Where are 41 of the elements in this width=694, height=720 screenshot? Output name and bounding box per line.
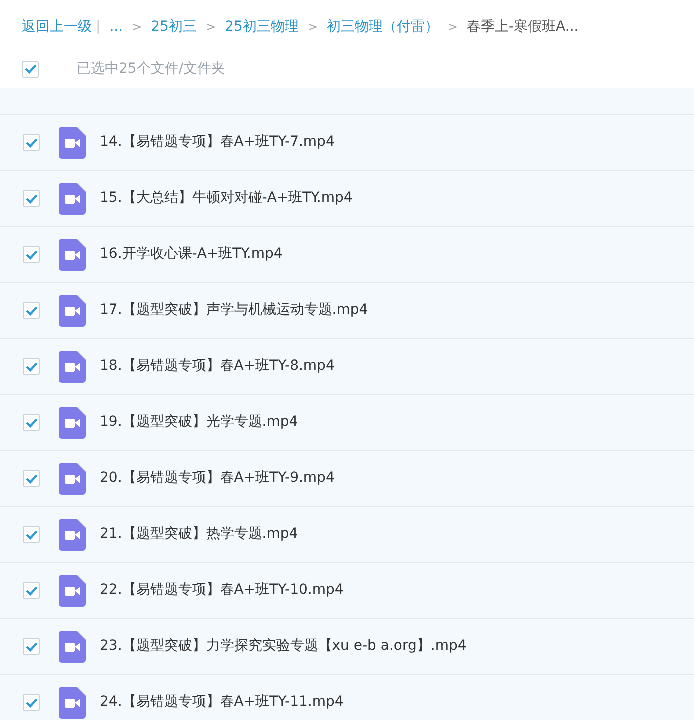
separator-text: > xyxy=(206,19,216,36)
checkbox[interactable] xyxy=(23,414,40,431)
video-file-icon xyxy=(59,182,86,214)
video-file-icon xyxy=(59,126,86,158)
video-file-icon xyxy=(59,238,86,270)
video-file-icon xyxy=(59,574,86,606)
checkbox[interactable] xyxy=(23,694,40,711)
checkbox[interactable] xyxy=(22,60,39,78)
separator-text: > xyxy=(448,19,458,36)
checkbox[interactable] xyxy=(23,638,40,655)
separator-text: > xyxy=(308,19,318,36)
file-name[interactable]: 24.【易错题专项】春A+班TY-11.mp4 xyxy=(100,692,344,713)
checkbox[interactable] xyxy=(23,358,40,375)
file-name[interactable]: 18.【易错题专项】春A+班TY-8.mp4 xyxy=(100,356,335,377)
file-name[interactable]: 19.【题型突破】光学专题.mp4 xyxy=(100,412,298,433)
video-file-icon xyxy=(59,294,86,326)
selection-count: 已选中25个文件/文件夹 xyxy=(77,60,226,78)
video-file-icon xyxy=(59,350,86,382)
file-name[interactable]: 14.【易错题专项】春A+班TY-7.mp4 xyxy=(100,132,335,153)
breadcrumb-current: 春季上-寒假班A... xyxy=(466,18,579,36)
checkbox[interactable] xyxy=(23,190,40,207)
file-name[interactable]: 23.【题型突破】力学探究实验专题【xu e-b a.org】.mp4 xyxy=(100,636,467,657)
file-name[interactable]: 22.【易错题专项】春A+班TY-10.mp4 xyxy=(100,580,344,601)
file-name[interactable]: 20.【易错题专项】春A+班TY-9.mp4 xyxy=(100,468,335,489)
file-name[interactable]: 15.【大总结】牛顿对对碰-A+班TY.mp4 xyxy=(100,188,353,209)
separator-text: > xyxy=(132,19,142,36)
checkbox[interactable] xyxy=(23,302,40,319)
checkbox[interactable] xyxy=(23,134,40,151)
file-name[interactable]: 17.【题型突破】声学与机械运动专题.mp4 xyxy=(100,300,368,321)
video-file-icon xyxy=(59,518,86,550)
video-file-icon xyxy=(59,406,86,438)
video-file-icon xyxy=(59,630,86,662)
video-file-icon xyxy=(59,686,86,718)
checkbox[interactable] xyxy=(23,470,40,487)
file-name[interactable]: 21.【题型突破】热学专题.mp4 xyxy=(100,524,298,545)
file-name[interactable]: 16.开学收心课-A+班TY.mp4 xyxy=(100,244,283,265)
checkbox[interactable] xyxy=(23,582,40,599)
divider-text: | xyxy=(96,18,101,36)
checkbox[interactable] xyxy=(23,526,40,543)
video-file-icon xyxy=(59,462,86,494)
checkbox[interactable] xyxy=(23,246,40,263)
